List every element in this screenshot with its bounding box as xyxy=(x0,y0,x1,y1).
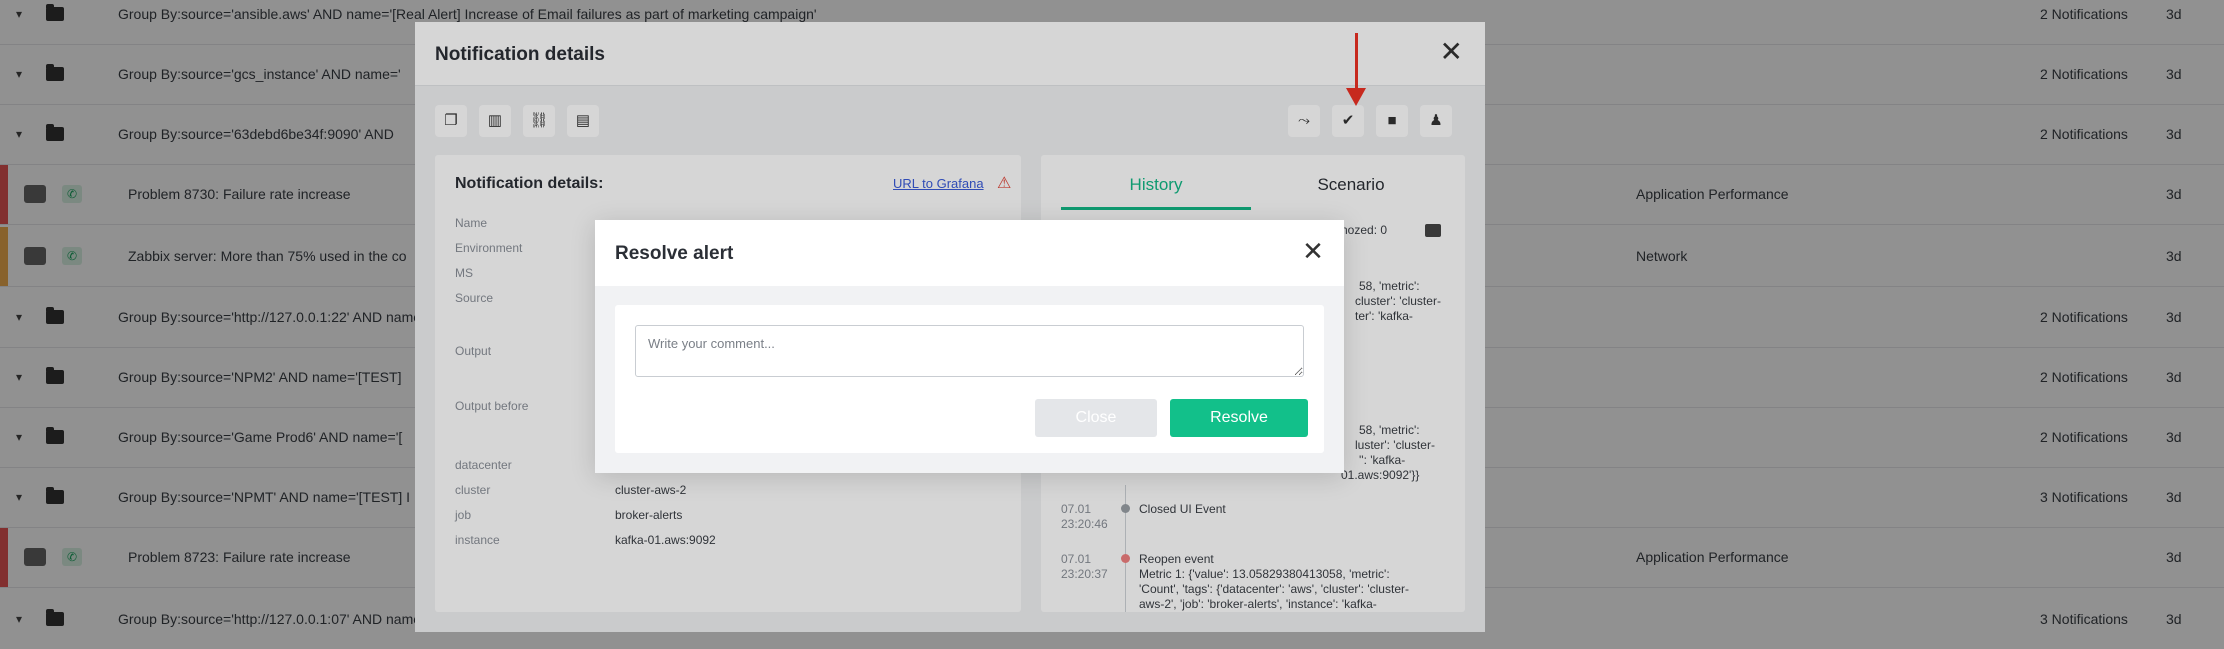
comment-input[interactable] xyxy=(635,325,1304,377)
modal-title: Resolve alert xyxy=(615,243,734,264)
resolve-alert-modal: Resolve alert ✕ Close Resolve xyxy=(595,220,1344,473)
modal-header: Resolve alert ✕ xyxy=(595,220,1344,286)
resolve-form: Close Resolve xyxy=(615,305,1324,453)
close-button[interactable]: Close xyxy=(1035,399,1157,437)
resolve-button[interactable]: Resolve xyxy=(1170,399,1308,437)
close-icon[interactable]: ✕ xyxy=(1300,238,1326,264)
